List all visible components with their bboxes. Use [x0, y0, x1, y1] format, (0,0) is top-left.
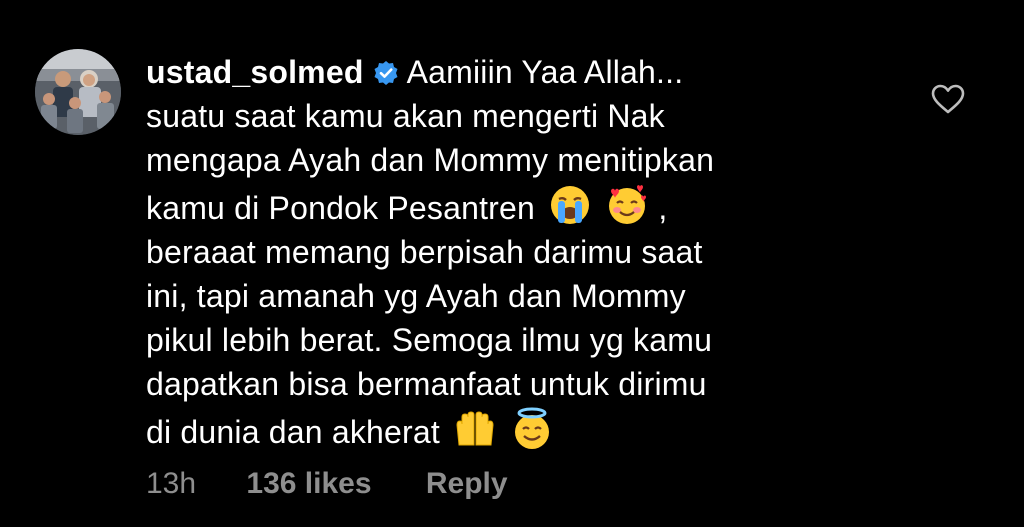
- smiling-face-with-hearts-emoji: [609, 184, 647, 224]
- comment-text-segment: di dunia dan akherat: [146, 413, 440, 450]
- loudly-crying-face-emoji: [551, 185, 590, 224]
- verified-badge-icon: [374, 61, 398, 85]
- comment-line-5: beraaat memang berpisah darimu saat: [146, 233, 703, 270]
- comment-line-9: di dunia dan akherat: [146, 407, 846, 454]
- comment-line-3: mengapa Ayah dan Mommy menitipkan: [146, 142, 715, 179]
- comment-text-segment: ,: [658, 189, 668, 226]
- raising-hands-emoji: [456, 411, 494, 446]
- smiling-face-with-halo-emoji: [515, 407, 550, 449]
- reply-button[interactable]: Reply: [426, 464, 508, 504]
- comment-text: ustad_solmed Aamiiin Yaa Allah... suatu s…: [146, 50, 846, 454]
- comment-line-8: dapatkan bisa bermanfaat untuk dirimu: [146, 366, 707, 403]
- avatar[interactable]: [35, 49, 121, 135]
- username[interactable]: ustad_solmed: [146, 54, 364, 90]
- comment-timestamp: 13h: [146, 467, 197, 500]
- avatar-photo: [35, 49, 121, 135]
- heart-outline-icon[interactable]: [930, 83, 966, 115]
- likes-count-link[interactable]: 136 likes: [246, 464, 371, 504]
- comment-line-1: ustad_solmed Aamiiin Yaa Allah...: [146, 50, 846, 94]
- comment-line-4: kamu di Pondok Pesantren ,: [146, 183, 846, 230]
- comment: ustad_solmed Aamiiin Yaa Allah... suatu s…: [0, 0, 1024, 527]
- comment-line-7: pikul lebih berat. Semoga ilmu yg kamu: [146, 322, 713, 359]
- comment-text-segment: kamu di Pondok Pesantren: [146, 189, 536, 226]
- comment-text-segment: Aamiiin Yaa Allah...: [406, 54, 684, 90]
- comment-meta: 13h 136 likes Reply: [146, 464, 508, 504]
- comment-line-6: ini, tapi amanah yg Ayah dan Mommy: [146, 278, 686, 315]
- comment-line-2: suatu saat kamu akan mengerti Nak: [146, 98, 665, 135]
